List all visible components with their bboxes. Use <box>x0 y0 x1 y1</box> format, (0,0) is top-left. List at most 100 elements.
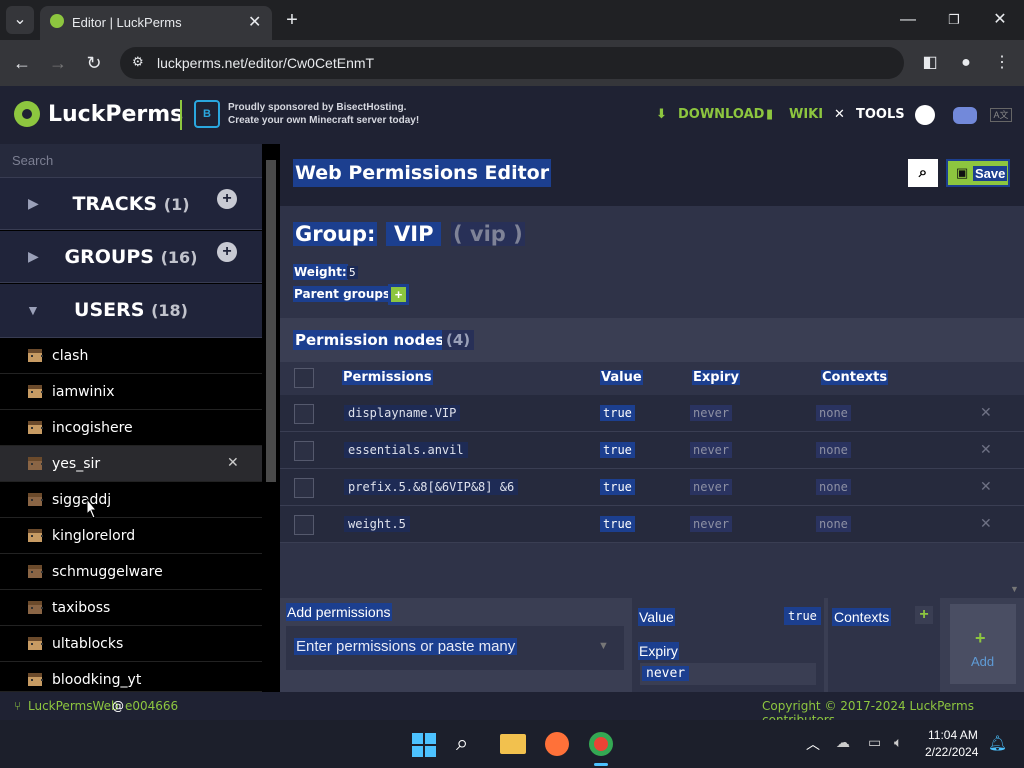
clock-date[interactable]: 2/22/2024 <box>925 745 978 759</box>
nav-tools[interactable]: TOOLS <box>856 107 905 122</box>
onedrive-icon[interactable]: ☁ <box>836 734 850 751</box>
permission-value[interactable]: true <box>600 442 635 458</box>
new-tab-icon[interactable]: + <box>278 6 306 34</box>
table-row[interactable]: prefix.5.&8[&6VIP&8] &6 true never none … <box>280 469 1024 506</box>
permission-contexts[interactable]: none <box>816 405 851 421</box>
footer-commit[interactable]: e004666 <box>125 699 178 713</box>
permission-node[interactable]: essentials.anvil <box>344 442 468 458</box>
search-icon[interactable]: ⌕ <box>908 159 938 187</box>
table-row[interactable]: displayname.VIP true never none ✕ <box>280 395 1024 432</box>
user-item-taxiboss[interactable]: taxiboss <box>0 590 262 626</box>
col-value[interactable]: Value <box>600 370 643 385</box>
sponsor-line-1[interactable]: Proudly sponsored by BisectHosting. <box>228 102 406 113</box>
network-icon[interactable]: ▭ <box>868 734 881 751</box>
add-context-icon[interactable]: + <box>915 606 933 624</box>
delete-row-icon[interactable]: ✕ <box>980 515 992 532</box>
permission-node[interactable]: weight.5 <box>344 516 410 532</box>
restore-icon[interactable]: ❐ <box>940 6 968 34</box>
back-icon[interactable]: ← <box>8 49 36 77</box>
permission-value[interactable]: true <box>600 516 635 532</box>
col-expiry[interactable]: Expiry <box>692 370 740 385</box>
user-item-bloodking-yt[interactable]: bloodking_yt <box>0 662 262 692</box>
user-item-yes-sir[interactable]: yes_sir ✕ <box>0 446 262 482</box>
value-toggle[interactable]: true <box>784 607 821 625</box>
browser-tab[interactable]: Editor | LuckPerms ✕ <box>40 6 272 40</box>
row-checkbox[interactable] <box>294 515 314 535</box>
close-tab-icon[interactable]: ✕ <box>248 12 261 32</box>
remove-user-icon[interactable]: ✕ <box>227 455 239 471</box>
permission-input[interactable]: Enter permissions or paste many ▼ <box>286 626 624 670</box>
discord-icon[interactable] <box>953 107 977 124</box>
windows-start-icon[interactable] <box>412 733 436 757</box>
reload-icon[interactable]: ↻ <box>80 49 108 77</box>
logo-text[interactable]: LuckPerms <box>48 102 183 127</box>
bisecthosting-logo-icon[interactable]: B <box>194 100 220 128</box>
user-item-schmuggelware[interactable]: schmuggelware <box>0 554 262 590</box>
row-checkbox[interactable] <box>294 441 314 461</box>
col-permissions[interactable]: Permissions <box>342 370 433 385</box>
github-icon[interactable] <box>915 105 935 125</box>
add-group-icon[interactable]: + <box>217 242 237 262</box>
search-input[interactable]: Search <box>0 144 262 178</box>
forward-icon[interactable]: → <box>44 49 72 77</box>
dropdown-arrow-icon[interactable]: ▼ <box>598 640 609 652</box>
delete-row-icon[interactable]: ✕ <box>980 404 992 421</box>
menu-icon[interactable]: ⋮ <box>988 49 1016 77</box>
permission-expiry[interactable]: never <box>690 516 733 532</box>
url-field[interactable]: ⚙ luckperms.net/editor/Cw0CetEnmT <box>120 47 904 79</box>
nav-wiki[interactable]: WIKI <box>789 107 823 122</box>
tab-search-icon[interactable]: ⌄ <box>6 6 34 34</box>
chrome-icon[interactable] <box>589 732 613 756</box>
permission-value[interactable]: true <box>600 479 635 495</box>
row-checkbox[interactable] <box>294 404 314 424</box>
weight-value[interactable]: 5 <box>347 266 358 279</box>
permission-contexts[interactable]: none <box>816 516 851 532</box>
table-row[interactable]: essentials.anvil true never none ✕ <box>280 432 1024 469</box>
permission-expiry[interactable]: never <box>690 405 733 421</box>
tracks-section-header[interactable]: ▶ TRACKS (1) + <box>0 178 262 230</box>
scrollbar-thumb[interactable] <box>266 160 276 482</box>
sidebar-scrollbar[interactable] <box>262 144 280 692</box>
minimize-icon[interactable]: — <box>894 6 922 34</box>
user-item-incogishere[interactable]: incogishere <box>0 410 262 446</box>
delete-row-icon[interactable]: ✕ <box>980 441 992 458</box>
translate-icon[interactable]: A文 <box>990 108 1012 122</box>
permission-expiry[interactable]: never <box>690 479 733 495</box>
permission-contexts[interactable]: none <box>816 479 851 495</box>
user-item-iamwinix[interactable]: iamwinix <box>0 374 262 410</box>
permission-node[interactable]: displayname.VIP <box>344 405 461 421</box>
notification-bell-icon[interactable]: 🔔︎ <box>988 734 1007 752</box>
user-item-siggaddj[interactable]: siggaddj <box>0 482 262 518</box>
groups-section-header[interactable]: ▶ GROUPS (16) + <box>0 231 262 283</box>
add-button[interactable]: + Add <box>950 604 1016 684</box>
permission-value[interactable]: true <box>600 405 635 421</box>
permission-expiry[interactable]: never <box>690 442 733 458</box>
save-button[interactable]: ▣ Save <box>946 159 1010 187</box>
row-checkbox[interactable] <box>294 478 314 498</box>
volume-icon[interactable]: 🔈︎ <box>894 734 902 751</box>
user-item-kinglorelord[interactable]: kinglorelord <box>0 518 262 554</box>
user-item-ultablocks[interactable]: ultablocks <box>0 626 262 662</box>
select-all-checkbox[interactable] <box>294 368 314 388</box>
permission-node[interactable]: prefix.5.&8[&6VIP&8] &6 <box>344 479 519 495</box>
nav-download[interactable]: DOWNLOAD <box>678 107 764 122</box>
file-explorer-icon[interactable] <box>500 734 526 754</box>
col-contexts[interactable]: Contexts <box>821 370 889 385</box>
footer-app-name[interactable]: LuckPermsWeb <box>28 699 119 713</box>
permission-contexts[interactable]: none <box>816 442 851 458</box>
profile-icon[interactable]: ● <box>952 49 980 77</box>
site-info-icon[interactable]: ⚙ <box>132 54 144 70</box>
chevron-up-icon[interactable]: ︿ <box>806 734 820 754</box>
expiry-input[interactable]: never <box>640 663 816 685</box>
users-section-header[interactable]: ▼ USERS (18) <box>0 284 262 338</box>
search-icon[interactable]: ⌕ <box>456 730 468 756</box>
add-track-icon[interactable]: + <box>217 189 237 209</box>
firefox-icon[interactable] <box>545 732 569 756</box>
close-window-icon[interactable]: ✕ <box>986 6 1014 34</box>
delete-row-icon[interactable]: ✕ <box>980 478 992 495</box>
scroll-down-icon[interactable]: ▼ <box>1010 584 1019 594</box>
side-panel-icon[interactable]: ◧ <box>916 49 944 77</box>
table-row[interactable]: weight.5 true never none ✕ <box>280 506 1024 543</box>
clock-time[interactable]: 11:04 AM <box>928 728 978 742</box>
user-item-clash[interactable]: clash <box>0 338 262 374</box>
